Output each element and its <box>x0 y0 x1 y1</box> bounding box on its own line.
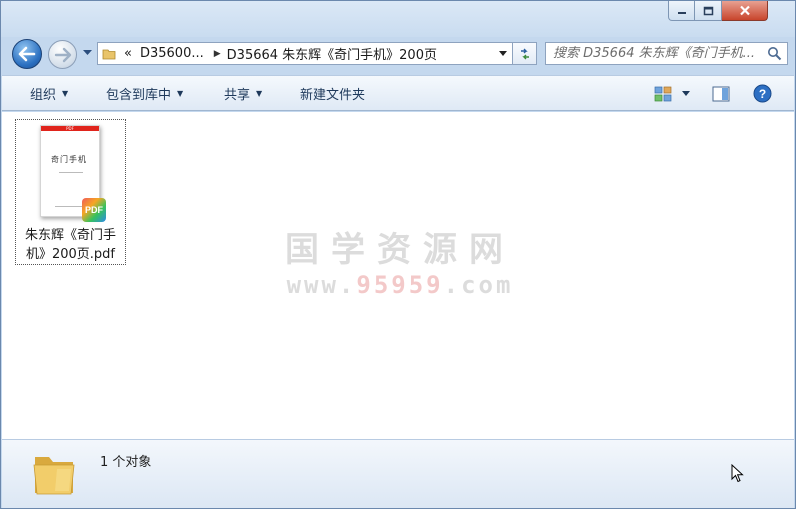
refresh-button[interactable] <box>513 42 537 65</box>
command-bar: 组织 ▼ 包含到库中 ▼ 共享 ▼ 新建文件夹 ? <box>2 75 794 111</box>
caret-down-icon: ▼ <box>256 89 263 98</box>
mouse-cursor-icon <box>731 463 745 488</box>
minimize-icon <box>677 11 686 14</box>
watermark-title: 国学资源网 <box>285 230 515 270</box>
title-bar[interactable] <box>1 1 795 37</box>
file-list-area[interactable]: PDF 奇门手机 PDF 朱东辉《奇门手机》200页.pdf 国学资源网 www… <box>2 112 794 439</box>
window-controls <box>668 1 768 21</box>
search-box[interactable] <box>545 42 788 65</box>
chevron-down-icon <box>82 50 92 55</box>
search-input[interactable] <box>553 46 763 61</box>
folder-icon <box>98 43 120 64</box>
caret-down-icon: ▼ <box>62 89 69 98</box>
address-bar[interactable]: « D35600... ▶ D35664 朱东辉《奇门手机》200页 <box>97 42 513 65</box>
view-dropdown[interactable] <box>680 83 692 104</box>
breadcrumb-overflow[interactable]: « <box>124 46 132 61</box>
new-folder-label: 新建文件夹 <box>300 88 366 103</box>
help-button[interactable]: ? <box>751 83 773 104</box>
item-count: 1 个对象 <box>100 455 152 470</box>
watermark-url: www.95959.com <box>286 271 514 299</box>
thumbnail-line <box>59 172 83 173</box>
new-folder-button[interactable]: 新建文件夹 <box>300 76 365 111</box>
explorer-window: « D35600... ▶ D35664 朱东辉《奇门手机》200页 组织 ▼ 包… <box>0 0 796 509</box>
forward-arrow-icon <box>54 47 71 62</box>
navigation-bar: « D35600... ▶ D35664 朱东辉《奇门手机》200页 <box>1 37 795 71</box>
share-menu[interactable]: 共享 ▼ <box>224 76 262 111</box>
svg-text:?: ? <box>758 87 765 101</box>
folder-icon <box>31 447 77 499</box>
close-button[interactable] <box>722 1 768 21</box>
watermark: 国学资源网 www.95959.com <box>274 222 526 299</box>
view-options-icon <box>654 86 672 101</box>
back-button[interactable] <box>12 39 42 69</box>
thumbnail-header: PDF <box>41 126 99 131</box>
details-pane: 1 个对象 <box>2 439 794 508</box>
file-item[interactable]: PDF 奇门手机 PDF 朱东辉《奇门手机》200页.pdf <box>15 119 126 265</box>
caret-down-icon: ▼ <box>177 89 184 98</box>
include-in-library-label: 包含到库中 <box>106 88 172 103</box>
share-label: 共享 <box>224 88 251 103</box>
chevron-down-icon <box>682 91 690 96</box>
pdf-icon: PDF <box>82 198 106 222</box>
maximize-button[interactable] <box>695 1 722 21</box>
breadcrumb-separator-icon[interactable]: ▶ <box>204 49 227 59</box>
forward-button[interactable] <box>48 40 77 69</box>
address-history-dropdown[interactable] <box>494 43 512 64</box>
recent-pages-dropdown[interactable] <box>81 47 93 59</box>
preview-pane-icon <box>712 86 730 101</box>
file-name[interactable]: 朱东辉《奇门手机》200页.pdf <box>17 226 124 264</box>
back-arrow-icon <box>18 46 36 62</box>
minimize-button[interactable] <box>668 1 695 21</box>
maximize-icon <box>703 6 713 15</box>
breadcrumb-current[interactable]: D35664 朱东辉《奇门手机》200页 <box>227 44 437 63</box>
close-icon <box>739 5 750 16</box>
refresh-icon <box>520 48 529 59</box>
chevron-down-icon <box>499 51 507 56</box>
preview-pane-button[interactable] <box>710 83 732 104</box>
organize-label: 组织 <box>30 88 57 103</box>
include-in-library-menu[interactable]: 包含到库中 ▼ <box>106 76 183 111</box>
thumbnail-title: 奇门手机 <box>51 155 87 164</box>
breadcrumb-parent[interactable]: D35600... <box>140 46 204 61</box>
search-icon[interactable] <box>767 46 782 61</box>
change-view-button[interactable] <box>652 83 674 104</box>
help-icon: ? <box>753 84 771 103</box>
organize-menu[interactable]: 组织 ▼ <box>30 76 68 111</box>
